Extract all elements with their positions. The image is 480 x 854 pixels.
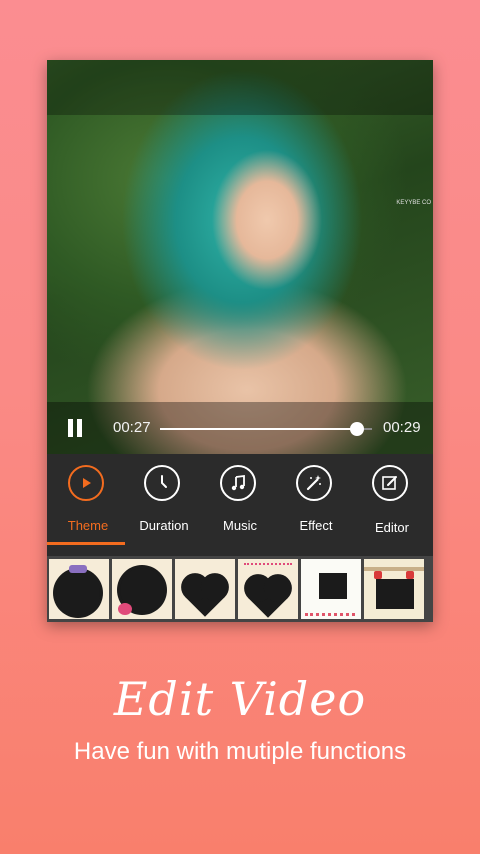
magic-wand-icon	[296, 465, 332, 501]
tab-duration-label: Duration	[139, 518, 189, 533]
play-circle-icon	[68, 465, 104, 501]
promo-subtitle: Have fun with mutiple functions	[73, 738, 407, 765]
side-watermark: KEYYBE CO	[396, 200, 431, 206]
music-note-icon	[220, 465, 256, 501]
tab-music[interactable]: Music	[202, 454, 278, 546]
tab-editor-label: Editor	[375, 520, 409, 535]
preview-top-shade	[47, 60, 433, 115]
app-preview-frame: KEYYBE CO 00:27 00:29 Theme Duration Mus…	[47, 60, 433, 622]
clock-icon	[144, 465, 180, 501]
theme-thumb-big-heart[interactable]	[238, 559, 298, 619]
tab-theme-label: Theme	[67, 518, 109, 533]
seek-bar[interactable]	[160, 422, 372, 436]
playback-controls: 00:27 00:29	[47, 402, 433, 454]
promo-title: Edit Video	[113, 672, 367, 726]
video-preview[interactable]: KEYYBE CO 00:27 00:29	[47, 60, 433, 454]
active-tab-indicator	[47, 542, 125, 545]
seek-handle[interactable]	[350, 422, 365, 436]
theme-thumb-heart[interactable]	[175, 559, 235, 619]
edit-icon	[372, 465, 408, 501]
pause-icon[interactable]	[67, 419, 83, 437]
theme-thumb-bow-photo[interactable]	[364, 559, 424, 619]
tab-music-label: Music	[223, 518, 257, 533]
theme-thumb-floral-scallop[interactable]	[112, 559, 172, 619]
current-time: 00:27	[113, 419, 151, 436]
tab-effect[interactable]: Effect	[278, 454, 354, 546]
tab-duration[interactable]: Duration	[126, 454, 202, 546]
theme-strip	[47, 556, 433, 622]
seek-progress	[160, 428, 358, 430]
theme-thumb-ribbon-scallop[interactable]	[49, 559, 109, 619]
theme-thumb-polaroid[interactable]	[301, 559, 361, 619]
tab-theme[interactable]: Theme	[50, 454, 126, 546]
tab-editor[interactable]: Editor	[354, 454, 430, 546]
tab-effect-label: Effect	[299, 518, 333, 533]
edit-toolbar: Theme Duration Music Effect Editor	[47, 454, 433, 546]
total-time: 00:29	[383, 419, 421, 436]
